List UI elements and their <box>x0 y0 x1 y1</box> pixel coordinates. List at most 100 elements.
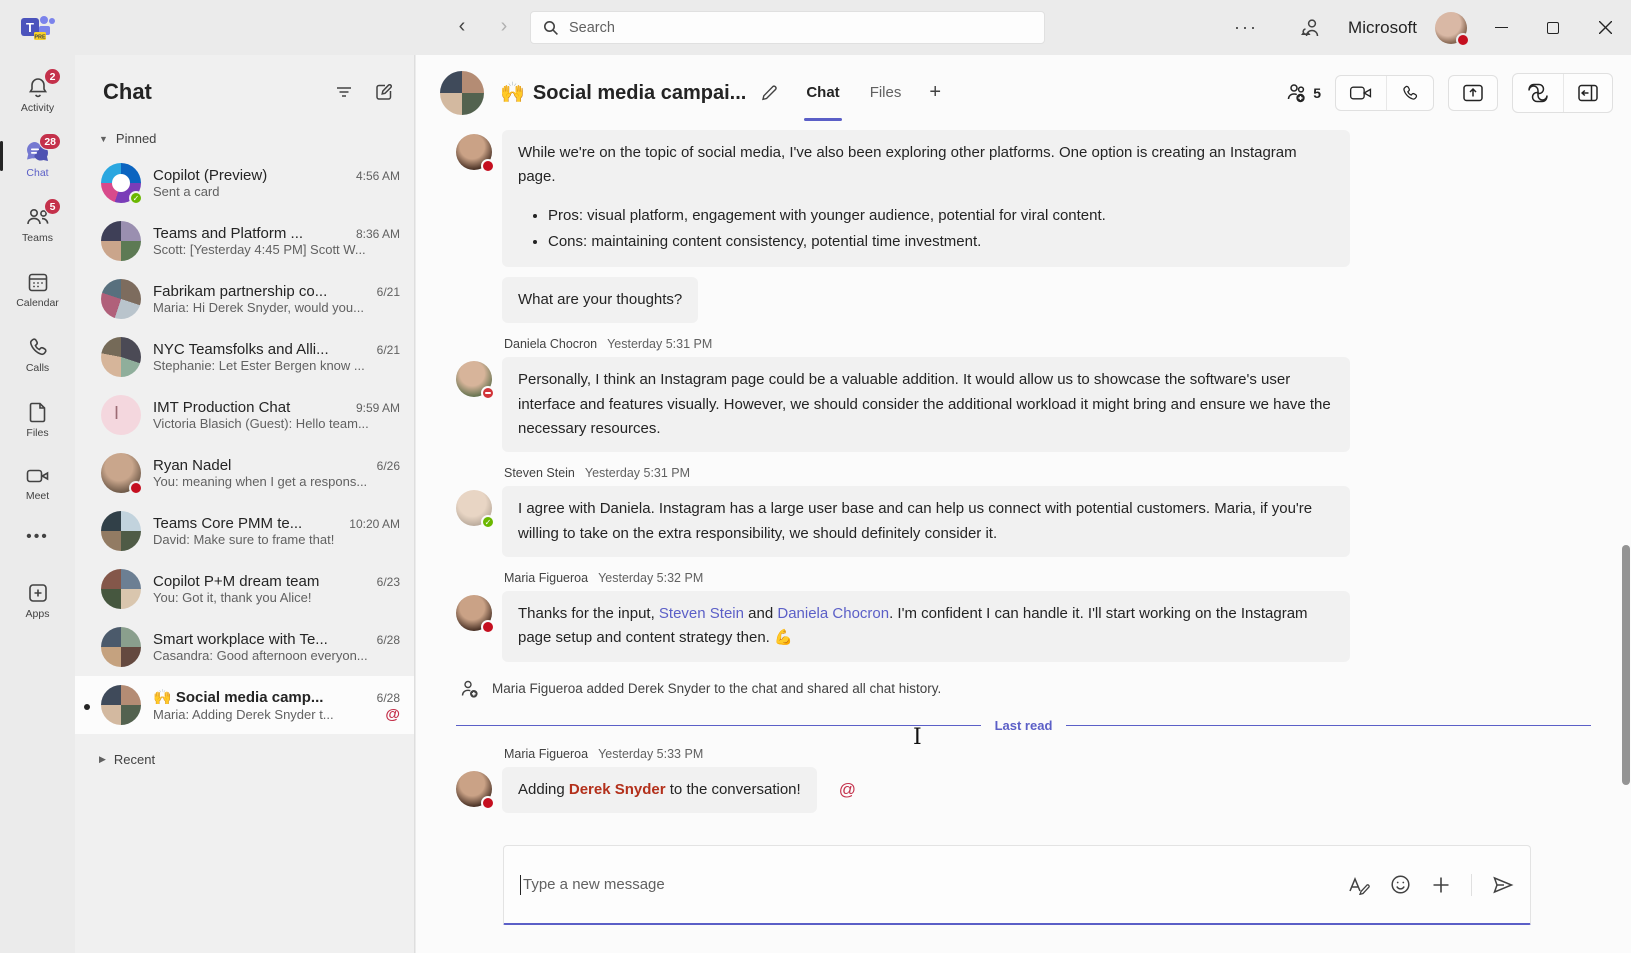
list-item-copilot-pm-dream[interactable]: Copilot P+M dream team6/23 You: Got it, … <box>75 560 414 618</box>
unread-dot <box>84 704 90 710</box>
participants-button[interactable]: 5 <box>1284 82 1321 104</box>
copilot-icon <box>1526 81 1550 105</box>
mention-link-steven[interactable]: Steven Stein <box>659 605 744 622</box>
avatar <box>456 595 492 631</box>
pinned-section-header[interactable]: ▼ Pinned <box>75 113 414 154</box>
rail-more-icon[interactable]: ••• <box>0 528 75 546</box>
filter-icon[interactable] <box>334 82 354 102</box>
message-bubble: Adding Derek Snyder to the conversation! <box>502 767 817 813</box>
tab-files[interactable]: Files <box>868 76 904 109</box>
message-daniela: Daniela ChocronYesterday 5:31 PM Persona… <box>456 337 1591 452</box>
minimize-button[interactable] <box>1475 0 1527 55</box>
list-item-ryan-nadel[interactable]: Ryan Nadel6/26 You: meaning when I get a… <box>75 444 414 502</box>
phone-icon <box>26 335 50 359</box>
available-status-dot: ✓ <box>129 191 143 205</box>
list-item-fabrikam[interactable]: Fabrikam partnership co...6/21 Maria: Hi… <box>75 270 414 328</box>
compose-placeholder: Type a new message <box>523 876 1348 893</box>
attach-plus-button[interactable] <box>1431 875 1451 895</box>
share-screen-button[interactable] <box>1448 75 1498 111</box>
new-chat-icon[interactable] <box>374 82 394 102</box>
message-bubble: I agree with Daniela. Instagram has a la… <box>502 486 1350 557</box>
emoji-icon <box>1390 874 1411 895</box>
sidebar-item-chat[interactable]: 28 Chat <box>0 131 75 187</box>
system-message: Maria Figueroa added Derek Snyder to the… <box>458 678 1591 700</box>
avatar <box>101 685 141 725</box>
sidebar-item-calls[interactable]: Calls <box>0 326 75 382</box>
people-add-icon <box>1284 82 1308 104</box>
search-input[interactable]: Search <box>530 11 1045 44</box>
sidebar-item-files[interactable]: Files <box>0 391 75 447</box>
conversation-pane: 🙌Social media campai... Chat Files + 5 <box>416 55 1631 953</box>
message-maria-thanks: Maria FigueroaYesterday 5:32 PM Thanks f… <box>456 571 1591 662</box>
dnd-status-dot <box>481 386 495 400</box>
author-name: Maria Figueroa <box>504 747 588 761</box>
message-compose-box[interactable]: Type a new message <box>503 845 1531 925</box>
panel-title: Chat <box>103 79 314 105</box>
avatar <box>101 453 141 493</box>
list-item-teams-core-pmm[interactable]: Teams Core PMM te...10:20 AM David: Make… <box>75 502 414 560</box>
search-placeholder: Search <box>569 20 615 36</box>
user-avatar[interactable] <box>1435 12 1467 44</box>
mention-derek-snyder[interactable]: Derek Snyder <box>569 781 666 798</box>
busy-status-dot <box>481 159 495 173</box>
mention-at-icon: @ <box>385 706 400 723</box>
mention-at-icon: @ <box>839 780 856 800</box>
format-button[interactable] <box>1348 875 1370 895</box>
message-bubble: While we're on the topic of social media… <box>502 130 1350 267</box>
bullet-cons: Cons: maintaining content consistency, p… <box>548 230 1334 254</box>
emoji-button[interactable] <box>1390 874 1411 895</box>
last-read-divider: Last read <box>456 718 1591 733</box>
forward-icon[interactable]: › <box>492 12 516 40</box>
open-pane-button[interactable] <box>1563 74 1612 112</box>
rename-pencil-icon[interactable] <box>760 84 778 102</box>
close-button[interactable] <box>1579 0 1631 55</box>
message-bubble: What are your thoughts? <box>502 277 698 323</box>
timestamp: Yesterday 5:31 PM <box>607 337 712 351</box>
send-button[interactable] <box>1492 875 1514 895</box>
recent-section-header[interactable]: ▶ Recent <box>75 734 414 775</box>
sidebar-item-teams[interactable]: 5 Teams <box>0 196 75 252</box>
avatar <box>101 279 141 319</box>
chevron-down-icon: ▼ <box>99 134 108 144</box>
titlebar-more-icon[interactable]: ··· <box>1212 17 1280 38</box>
audio-call-button[interactable] <box>1386 76 1433 110</box>
plus-icon <box>1431 875 1451 895</box>
presence-person-icon[interactable] <box>1280 17 1342 39</box>
maximize-icon <box>1547 22 1559 34</box>
list-item-copilot[interactable]: ✓ Copilot (Preview)4:56 AM Sent a card <box>75 154 414 212</box>
send-icon <box>1492 875 1514 895</box>
message-steven: Steven SteinYesterday 5:31 PM ✓ I agree … <box>456 466 1591 557</box>
sidebar-item-activity[interactable]: 2 Activity <box>0 66 75 122</box>
raised-hands-emoji: 🙌 <box>500 82 525 104</box>
avatar <box>456 134 492 170</box>
message-bubble: Thanks for the input, Steven Stein and D… <box>502 591 1350 662</box>
group-avatar[interactable] <box>440 71 484 115</box>
back-icon[interactable]: ‹ <box>450 12 474 40</box>
video-call-button[interactable] <box>1336 76 1386 110</box>
message-list: While we're on the topic of social media… <box>416 130 1631 840</box>
tab-chat[interactable]: Chat <box>804 76 841 109</box>
maximize-button[interactable] <box>1527 0 1579 55</box>
list-item-smart-workplace[interactable]: Smart workplace with Te...6/28 Casandra:… <box>75 618 414 676</box>
meet-camera-icon <box>25 465 51 487</box>
person-add-icon <box>458 678 480 700</box>
scrollbar-thumb[interactable] <box>1622 545 1630 785</box>
raised-hands-emoji: 🙌 <box>153 689 172 706</box>
list-item-nyc-teamsfolks[interactable]: NYC Teamsfolks and Alli...6/21 Stephanie… <box>75 328 414 386</box>
copilot-button-group <box>1512 73 1613 113</box>
author-name: Daniela Chocron <box>504 337 597 351</box>
busy-status-dot <box>481 796 495 810</box>
list-item-imt-production[interactable]: IMT Production Chat9:59 AM Victoria Blas… <box>75 386 414 444</box>
sidebar-item-apps[interactable]: Apps <box>0 572 75 628</box>
sidebar-item-calendar[interactable]: Calendar <box>0 261 75 317</box>
list-item-social-media-campaign[interactable]: 🙌 Social media camp...6/28 Maria: Adding… <box>75 676 414 734</box>
copilot-button[interactable] <box>1513 74 1563 112</box>
mention-link-daniela[interactable]: Daniela Chocron <box>777 605 889 622</box>
timestamp: Yesterday 5:32 PM <box>598 571 703 585</box>
video-camera-icon <box>1349 84 1373 102</box>
sidebar-item-meet[interactable]: Meet <box>0 456 75 510</box>
app-rail: TPRE 2 Activity 28 Chat 5 Teams Calendar… <box>0 0 75 953</box>
add-tab-button[interactable]: + <box>929 81 941 104</box>
list-item-teams-platform[interactable]: Teams and Platform ...8:36 AM Scott: [Ye… <box>75 212 414 270</box>
teams-badge: 5 <box>44 198 61 215</box>
